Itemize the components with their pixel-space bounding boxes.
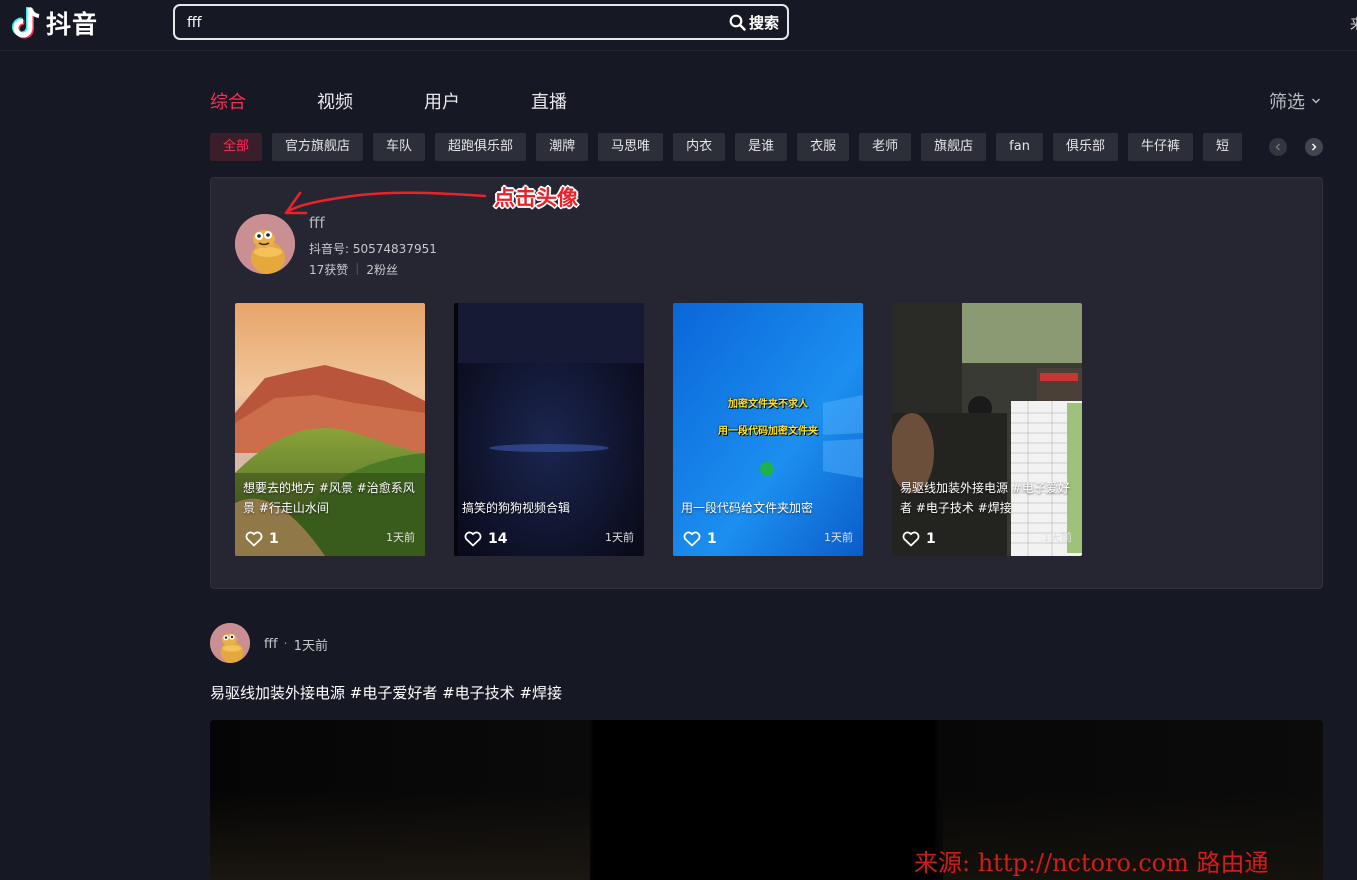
heart-icon bbox=[464, 531, 482, 547]
video-like-count: 1 bbox=[707, 531, 717, 547]
video-likes: 1 bbox=[245, 531, 279, 547]
logo[interactable]: 抖音 bbox=[10, 5, 98, 41]
search-icon bbox=[729, 14, 746, 31]
chip-item[interactable]: 潮牌 bbox=[536, 133, 589, 161]
video-thumbnail bbox=[892, 303, 1082, 556]
search-button-label: 搜索 bbox=[748, 14, 779, 32]
chip-item[interactable]: 老师 bbox=[859, 133, 912, 161]
video-title: 想要去的地方 #风景 #治愈系风景 #行走山水间 bbox=[243, 481, 415, 515]
chevron-left-icon bbox=[1275, 143, 1280, 151]
heart-icon bbox=[902, 531, 920, 547]
user-id-value: 50574837951 bbox=[352, 242, 437, 256]
chip-item[interactable]: 车队 bbox=[373, 133, 426, 161]
video-like-count: 14 bbox=[488, 531, 508, 547]
chip-item[interactable]: 短 bbox=[1203, 133, 1243, 161]
user-name[interactable]: fff bbox=[309, 214, 325, 232]
filter-label: 筛选 bbox=[1269, 92, 1305, 113]
video-overlay-text: 加密文件夹不求人 用一段代码加密文件夹 bbox=[673, 395, 863, 437]
search-input[interactable] bbox=[187, 13, 707, 33]
chevron-down-icon bbox=[1311, 98, 1321, 104]
heart-icon bbox=[245, 531, 263, 547]
chip-item[interactable]: 全部 bbox=[210, 133, 263, 161]
keyword-chips: 全部 官方旗舰店 车队 超跑俱乐部 潮牌 马思唯 内衣 是谁 衣服 老师 旗舰店… bbox=[210, 133, 1270, 161]
video-like-count: 1 bbox=[269, 531, 279, 547]
heart-icon bbox=[683, 531, 701, 547]
tab-all[interactable]: 综合 bbox=[210, 88, 317, 114]
user-likes: 17获赞 bbox=[309, 263, 349, 277]
chip-item[interactable]: 超跑俱乐部 bbox=[435, 133, 527, 161]
chip-item[interactable]: fan bbox=[996, 133, 1043, 161]
chips-next-button[interactable] bbox=[1305, 138, 1323, 156]
overlay-line-1: 加密文件夹不求人 bbox=[728, 399, 808, 410]
avatar[interactable] bbox=[235, 214, 295, 274]
video-title: 易驱线加装外接电源 #电子爱好者 #电子技术 #焊接 bbox=[900, 481, 1070, 515]
chip-item[interactable]: 俱乐部 bbox=[1052, 133, 1118, 161]
stats-divider: | bbox=[355, 261, 360, 275]
video-thumbnail bbox=[454, 303, 644, 556]
post-author[interactable]: fff bbox=[264, 637, 278, 652]
chip-item[interactable]: 牛仔裤 bbox=[1127, 133, 1193, 161]
avatar-image bbox=[235, 214, 295, 274]
video-card[interactable]: 搞笑的狗狗视频合辑 14 1天前 bbox=[454, 303, 644, 556]
user-id-label: 抖音号: bbox=[309, 242, 353, 256]
tiktok-logo-icon bbox=[12, 7, 40, 39]
chevron-right-icon bbox=[1312, 143, 1317, 151]
chip-item[interactable]: 内衣 bbox=[673, 133, 726, 161]
video-time: 1天前 bbox=[605, 531, 634, 544]
tab-live[interactable]: 直播 bbox=[531, 88, 638, 114]
user-id: 抖音号: 50574837951 bbox=[309, 240, 437, 257]
video-likes: 1 bbox=[902, 531, 936, 547]
top-right-text[interactable]: 来 bbox=[1350, 14, 1357, 34]
logo-text: 抖音 bbox=[46, 10, 99, 39]
post-author-avatar[interactable] bbox=[210, 623, 250, 663]
top-bar: 抖音 搜索 来 bbox=[0, 0, 1357, 51]
video-card[interactable]: 易驱线加装外接电源 #电子爱好者 #电子技术 #焊接 1 1天前 bbox=[892, 303, 1082, 556]
video-likes: 14 bbox=[464, 531, 507, 547]
filter-button[interactable]: 筛选 bbox=[1269, 88, 1321, 114]
chips-prev-button[interactable] bbox=[1269, 138, 1287, 156]
video-title: 用一段代码给文件夹加密 bbox=[681, 501, 814, 515]
chip-item[interactable]: 官方旗舰店 bbox=[272, 133, 364, 161]
search-box: 搜索 bbox=[173, 4, 789, 40]
chip-item[interactable]: 是谁 bbox=[735, 133, 788, 161]
post-meta: fff · 1天前 bbox=[264, 635, 328, 654]
user-result-card[interactable]: fff 抖音号: 50574837951 17获赞 | 2粉丝 想要去的地方 #… bbox=[210, 177, 1323, 589]
user-video-list: 想要去的地方 #风景 #治愈系风景 #行走山水间 1 1天前 搞笑的狗狗视频合辑… bbox=[235, 303, 1082, 556]
video-title: 搞笑的狗狗视频合辑 bbox=[462, 501, 571, 515]
chip-item[interactable]: 衣服 bbox=[797, 133, 850, 161]
chip-item[interactable]: 旗舰店 bbox=[921, 133, 987, 161]
video-like-count: 1 bbox=[926, 531, 936, 547]
video-frame bbox=[210, 790, 590, 880]
user-fans: 2粉丝 bbox=[366, 263, 398, 277]
video-time: 1天前 bbox=[386, 531, 415, 544]
result-tabs: 综合 视频 用户 直播 bbox=[210, 88, 638, 114]
overlay-line-2: 用一段代码加密文件夹 bbox=[718, 426, 818, 437]
chip-item[interactable]: 马思唯 bbox=[598, 133, 664, 161]
video-card[interactable]: 想要去的地方 #风景 #治愈系风景 #行走山水间 1 1天前 bbox=[235, 303, 425, 556]
tab-users[interactable]: 用户 bbox=[424, 88, 531, 114]
annotation-label: 点击头像 bbox=[494, 186, 578, 210]
meta-separator: · bbox=[283, 637, 288, 652]
avatar-image bbox=[210, 623, 250, 663]
search-button[interactable]: 搜索 bbox=[729, 12, 779, 33]
user-stats: 17获赞 | 2粉丝 bbox=[309, 261, 398, 278]
video-likes: 1 bbox=[683, 531, 717, 547]
video-thumbnail bbox=[235, 303, 425, 556]
video-time: 1天前 bbox=[824, 531, 853, 544]
post-time: 1天前 bbox=[293, 639, 328, 654]
post-title[interactable]: 易驱线加装外接电源 #电子爱好者 #电子技术 #焊接 bbox=[210, 682, 562, 703]
tab-videos[interactable]: 视频 bbox=[317, 88, 424, 114]
video-time: 1天前 bbox=[1043, 531, 1072, 544]
video-card[interactable]: 加密文件夹不求人 用一段代码加密文件夹 用一段代码给文件夹加密 1 1天前 bbox=[673, 303, 863, 556]
